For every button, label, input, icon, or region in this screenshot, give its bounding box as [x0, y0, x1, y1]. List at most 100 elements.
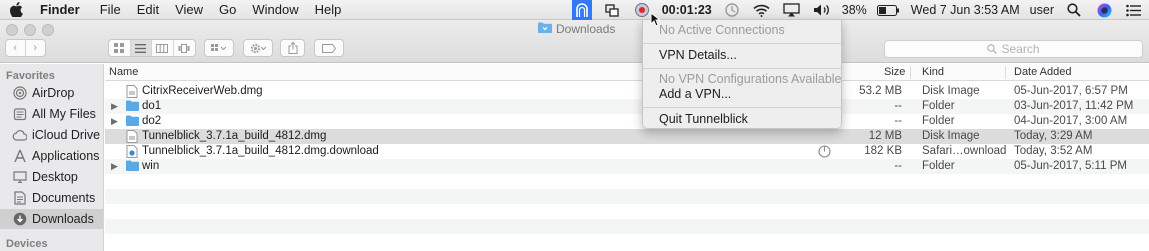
window-title-text: Downloads: [556, 22, 616, 36]
search-field[interactable]: Search: [884, 40, 1143, 58]
menu-view[interactable]: View: [167, 0, 211, 20]
sidebar-item-downloads[interactable]: Downloads: [0, 209, 103, 229]
table-row[interactable]: ▶ do2 -- Folder 04-Jun-2017, 3:00 AM: [105, 114, 1149, 129]
column-header-kind[interactable]: Kind: [922, 64, 944, 81]
column-header-size[interactable]: Size: [884, 64, 905, 81]
empty-row: [105, 189, 1149, 204]
menu-app-name[interactable]: Finder: [32, 0, 92, 20]
chevron-right-icon: ›: [33, 42, 38, 54]
disclosure-triangle-icon[interactable]: ▶: [111, 114, 118, 129]
windows-overlap-icon[interactable]: [602, 0, 622, 20]
menu-separator: [643, 43, 841, 44]
file-date: 05-Jun-2017, 5:11 PM: [1014, 160, 1127, 172]
sidebar-item-label: Applications: [32, 149, 100, 163]
desktop-icon: [12, 170, 27, 185]
airplay-icon[interactable]: [782, 0, 802, 20]
sidebar-heading-favorites: Favorites: [6, 70, 55, 82]
column-header-date-added[interactable]: Date Added: [1014, 64, 1072, 81]
search-placeholder: Search: [1001, 42, 1040, 56]
all-files-icon: [12, 107, 27, 122]
arrange-grid-icon: [211, 43, 227, 51]
menu-bar: Finder File Edit View Go Window Help 00:…: [0, 0, 1149, 20]
menu-window[interactable]: Window: [244, 0, 306, 20]
table-row[interactable]: ▶ do1 -- Folder 03-Jun-2017, 11:42 PM: [105, 99, 1149, 114]
file-name: Tunnelblick_3.7.1a_build_4812.dmg: [142, 130, 327, 142]
arrange-button[interactable]: [204, 39, 234, 57]
sidebar-item-applications[interactable]: Applications: [0, 146, 103, 166]
disclosure-triangle-icon[interactable]: ▶: [111, 159, 118, 174]
column-view-button[interactable]: [152, 40, 174, 56]
timer-text: 00:01:23: [661, 3, 712, 17]
forward-button[interactable]: ›: [26, 40, 45, 56]
search-icon: [987, 44, 998, 54]
sidebar-item-all-my-files[interactable]: All My Files: [0, 104, 103, 124]
empty-row: [105, 174, 1149, 189]
menu-go[interactable]: Go: [211, 0, 244, 20]
table-row[interactable]: Tunnelblick_3.7.1a_build_4812.dmg.downlo…: [105, 144, 1149, 159]
sidebar-item-label: All My Files: [32, 107, 96, 121]
notification-center-icon[interactable]: [1124, 0, 1144, 20]
file-name: do1: [142, 100, 162, 112]
column-divider: [1005, 66, 1006, 79]
file-date: 04-Jun-2017, 3:00 AM: [1014, 115, 1128, 127]
icon-grid-icon: [114, 43, 125, 53]
sidebar-item-label: AirDrop: [32, 86, 75, 100]
icon-view-button[interactable]: [109, 40, 131, 56]
file-date: Today, 3:29 AM: [1014, 130, 1093, 142]
close-button[interactable]: [6, 24, 18, 36]
cover-flow-icon: [178, 43, 190, 53]
apple-icon[interactable]: [0, 2, 32, 17]
spotlight-search-icon[interactable]: [1064, 0, 1084, 20]
volume-icon[interactable]: [812, 0, 832, 20]
file-size: 12 MB: [868, 130, 902, 142]
sidebar: Favorites AirDrop All My Files iCloud Dr…: [0, 64, 104, 251]
file-name: Tunnelblick_3.7.1a_build_4812.dmg.downlo…: [142, 145, 379, 157]
back-button[interactable]: ‹: [6, 40, 26, 56]
file-name: win: [142, 160, 160, 172]
recording-icon[interactable]: [632, 0, 652, 20]
sidebar-item-label: Downloads: [32, 212, 94, 226]
clock-text[interactable]: Wed 7 Jun 3:53 AM: [911, 0, 1020, 20]
tunnelblick-icon[interactable]: [571, 0, 592, 20]
sidebar-item-icloud-drive[interactable]: iCloud Drive: [0, 125, 103, 145]
menu-item-add-vpn[interactable]: Add a VPN...: [659, 86, 731, 102]
battery-percent: 38%: [841, 3, 867, 17]
menu-file[interactable]: File: [92, 0, 129, 20]
table-row[interactable]: Tunnelblick_3.7.1a_build_4812.dmg 12 MB …: [105, 129, 1149, 144]
disclosure-triangle-icon[interactable]: ▶: [111, 99, 118, 114]
minimize-button[interactable]: [24, 24, 36, 36]
wifi-icon[interactable]: [752, 0, 772, 20]
share-button[interactable]: [280, 39, 305, 57]
action-button[interactable]: [243, 39, 273, 57]
cover-flow-button[interactable]: [174, 40, 195, 56]
menu-item-vpn-details[interactable]: VPN Details...: [659, 47, 737, 63]
table-row[interactable]: ▶ win -- Folder 05-Jun-2017, 5:11 PM: [105, 159, 1149, 174]
window-title: Downloads: [538, 22, 615, 36]
menu-item-no-vpn-configurations: No VPN Configurations Available: [659, 72, 842, 86]
cloud-icon: [12, 128, 27, 143]
menu-edit[interactable]: Edit: [129, 0, 167, 20]
sidebar-item-desktop[interactable]: Desktop: [0, 167, 103, 187]
folder-icon: [126, 160, 139, 173]
list-view-button[interactable]: [130, 40, 152, 56]
sidebar-item-airdrop[interactable]: AirDrop: [0, 83, 103, 103]
column-header-name[interactable]: Name: [109, 64, 138, 81]
tags-button[interactable]: [314, 39, 344, 57]
sidebar-item-documents[interactable]: Documents: [0, 188, 103, 208]
column-header-row: Name Size Kind Date Added: [105, 64, 1149, 81]
share-icon: [288, 42, 297, 54]
file-list: Name Size Kind Date Added CitrixReceiver…: [105, 64, 1149, 251]
zoom-button[interactable]: [42, 24, 54, 36]
battery-icon[interactable]: [877, 0, 901, 20]
columns-icon: [156, 43, 169, 53]
file-size: --: [894, 160, 902, 172]
time-machine-icon[interactable]: [722, 0, 742, 20]
menu-item-quit-tunnelblick[interactable]: Quit Tunnelblick: [659, 111, 748, 127]
vpn-dropdown-menu: No Active Connections VPN Details... No …: [642, 19, 842, 129]
empty-row: [105, 234, 1149, 249]
table-row[interactable]: CitrixReceiverWeb.dmg 53.2 MB Disk Image…: [105, 84, 1149, 99]
menu-help[interactable]: Help: [307, 0, 350, 20]
title-bar: Downloads ‹ › Search: [0, 20, 1149, 63]
siri-icon[interactable]: [1094, 0, 1114, 20]
user-menu[interactable]: user: [1030, 0, 1054, 20]
